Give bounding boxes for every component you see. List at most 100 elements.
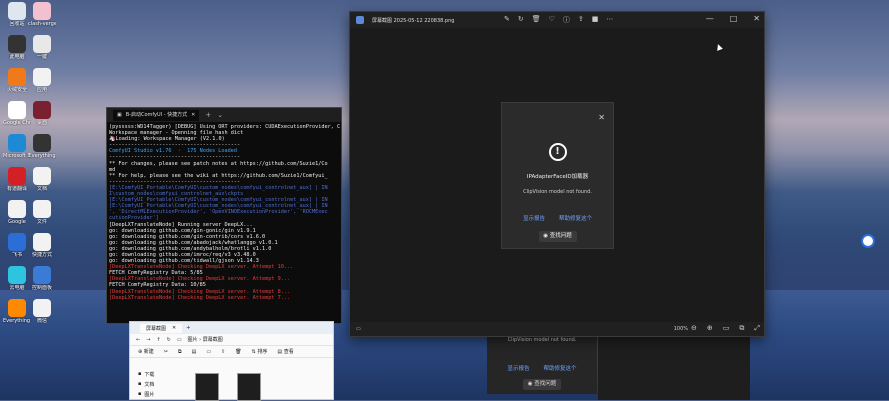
explorer-titlebar: 屏幕截图 ✕ + — [130, 322, 333, 334]
desktop-icon[interactable]: 桌面 — [28, 101, 56, 126]
desktop-icon[interactable]: 云电脑 — [3, 266, 31, 291]
app-icon — [33, 167, 51, 185]
find-issue-button[interactable]: ◉ 查找问题 — [538, 231, 577, 242]
more-icon[interactable]: ⋯ — [606, 15, 613, 25]
fullscreen-icon[interactable]: ⤢ — [754, 324, 760, 333]
desktop-icon[interactable]: 文档 — [28, 167, 56, 192]
tab-dropdown-icon[interactable]: ⌄ — [217, 111, 223, 118]
viewer-toolbar: ✎ ↻ 🗑 ♡ ⓘ ⇪ ■ ⋯ — [504, 15, 613, 25]
favorite-icon[interactable]: ♡ — [549, 15, 555, 25]
desktop-icon[interactable]: 控制面板 — [28, 266, 56, 291]
dialog-message: ClipVision model not found. — [523, 189, 592, 195]
actual-size-icon[interactable]: ▭ — [723, 324, 730, 333]
rename-icon[interactable]: ▭ — [206, 349, 211, 355]
info-icon[interactable]: ⓘ — [563, 15, 570, 25]
desktop-icon-label: 云电脑 — [9, 285, 25, 291]
desktop-icon[interactable]: 有道翻译 — [3, 167, 31, 192]
copilot-icon[interactable]: ■ — [592, 15, 599, 25]
minimize-icon[interactable]: — — [706, 14, 714, 23]
explorer-tab-close-icon[interactable]: ✕ — [172, 325, 176, 331]
delete-icon[interactable]: 🗑 — [532, 15, 541, 25]
app-icon — [8, 167, 26, 185]
file-thumbnail[interactable] — [195, 373, 219, 401]
desktop-icon[interactable]: Everything 搜索 — [3, 299, 31, 324]
cut-icon[interactable]: ✂ — [164, 349, 168, 355]
file-thumbnail[interactable] — [237, 373, 261, 401]
view-button[interactable]: ▤ 查看 — [277, 348, 293, 355]
desktop-icon[interactable]: 应用 — [28, 68, 56, 93]
maximize-icon[interactable]: □ — [730, 14, 738, 23]
error-icon: ! — [548, 143, 567, 161]
background-help-fix-link[interactable]: 帮助修复这个 — [544, 364, 577, 372]
sort-button[interactable]: ⇅ 排序 — [252, 348, 268, 355]
close-icon[interactable]: ✕ — [753, 14, 760, 23]
help-fix-link[interactable]: 帮助修复这个 — [559, 214, 592, 222]
desktop-icon[interactable]: 微信 — [28, 299, 56, 324]
app-icon — [8, 233, 26, 251]
desktop-icon-label: clash-verge — [28, 21, 56, 27]
delete-icon-explorer[interactable]: 🗑 — [235, 349, 241, 355]
explorer-sidebar-item[interactable]: ▪ 下载 — [130, 369, 178, 379]
desktop-icon[interactable]: 回收站 — [3, 2, 31, 27]
background-find-issue-button[interactable]: ◉ 查找问题 — [523, 379, 561, 390]
terminal-tab[interactable]: ▣ B-启动ComfyUI - 快捷方式 ✕ — [113, 109, 200, 121]
desktop-icon-label: 飞书 — [11, 252, 22, 258]
background-error-dialog: ClipVision model not found. 显示报告 帮助修复这个 … — [487, 337, 597, 394]
back-icon[interactable]: ← — [136, 337, 140, 343]
explorer-sidebar-item[interactable]: ▪ 图片 — [130, 389, 178, 399]
error-dialog: ✕ ! IPAdapterFaceID加载器 ClipVision model … — [501, 102, 614, 249]
desktop-icon[interactable]: Microsoft Edge — [3, 134, 31, 159]
fit-icon[interactable]: ⧉ — [739, 324, 744, 333]
view-label: 查看 — [283, 349, 294, 355]
background-show-report-link[interactable]: 显示报告 — [507, 364, 529, 372]
new-button[interactable]: ⊕ 新建 — [138, 348, 154, 355]
refresh-icon[interactable]: ↻ — [167, 337, 171, 343]
desktop-icon-label: 控制面板 — [31, 285, 52, 291]
edit-icon[interactable]: ✎ — [504, 15, 510, 25]
terminal-window: ▣ B-启动ComfyUI - 快捷方式 ✕ + ⌄ (pysssss:WD14… — [106, 107, 342, 324]
dialog-close-icon[interactable]: ✕ — [598, 113, 605, 122]
app-icon — [33, 134, 51, 152]
explorer-tab[interactable]: 屏幕截图 ✕ — [140, 323, 183, 333]
explorer-tab-title: 屏幕截图 — [146, 325, 167, 332]
share-icon[interactable]: ⇪ — [578, 15, 584, 25]
desktop-icon[interactable]: Everything — [28, 134, 56, 159]
filmstrip-icon[interactable]: ▭ — [356, 326, 361, 332]
folder-icon: ▪ — [138, 381, 142, 387]
app-icon — [33, 101, 51, 119]
desktop-icon-label: Google Chrome — [3, 120, 31, 126]
explorer-new-tab-icon[interactable]: + — [186, 325, 190, 331]
desktop-icon[interactable]: 一键 — [28, 35, 56, 60]
terminal-line: [DeepLXTranslateNode] Checking DeepLX se… — [109, 294, 291, 301]
paste-icon[interactable]: ▤ — [192, 349, 197, 355]
desktop-icon[interactable]: Google — [3, 200, 31, 225]
desktop-icon[interactable]: 飞书 — [3, 233, 31, 258]
photos-app-icon — [356, 16, 364, 24]
tab-close-icon[interactable]: ✕ — [191, 112, 195, 118]
forward-icon[interactable]: → — [146, 337, 150, 343]
desktop-icon-label: Microsoft Edge — [3, 153, 31, 159]
app-icon — [33, 2, 51, 20]
zoom-out-icon[interactable]: ⊖ — [691, 324, 697, 333]
app-icon — [8, 35, 26, 53]
viewer-titlebar: 屏幕截图 2025-05-12 220838.png ✎ ↻ 🗑 ♡ ⓘ ⇪ ■… — [350, 12, 764, 28]
terminal-tabbar: ▣ B-启动ComfyUI - 快捷方式 ✕ + ⌄ — [107, 108, 341, 122]
desktop-icon[interactable]: 快捷方式 — [28, 233, 56, 258]
desktop-icon[interactable]: 文件 — [28, 200, 56, 225]
copy-icon[interactable]: ⧉ — [178, 349, 182, 355]
desktop-icon[interactable]: 火绒安全 — [3, 68, 31, 93]
floating-assistant-button[interactable] — [861, 234, 875, 248]
zoom-in-icon[interactable]: ⊕ — [707, 324, 713, 333]
up-icon[interactable]: ↑ — [156, 337, 160, 343]
show-report-link[interactable]: 显示报告 — [523, 214, 545, 222]
explorer-path[interactable]: 图片 › 屏幕截图 — [188, 336, 223, 343]
terminal-output[interactable]: (pysssss:WD14Tagger) [DEBUG] Using ORT p… — [107, 122, 341, 303]
share-icon-explorer[interactable]: ⇪ — [221, 349, 225, 355]
new-tab-icon[interactable]: + — [205, 111, 211, 118]
rotate-icon[interactable]: ↻ — [518, 15, 524, 25]
app-icon — [33, 299, 51, 317]
desktop-icon[interactable]: 此电脑 — [3, 35, 31, 60]
desktop-icon[interactable]: clash-verge — [28, 2, 56, 27]
desktop-icon[interactable]: Google Chrome — [3, 101, 31, 126]
explorer-sidebar-item[interactable]: ▪ 文档 — [130, 379, 178, 389]
